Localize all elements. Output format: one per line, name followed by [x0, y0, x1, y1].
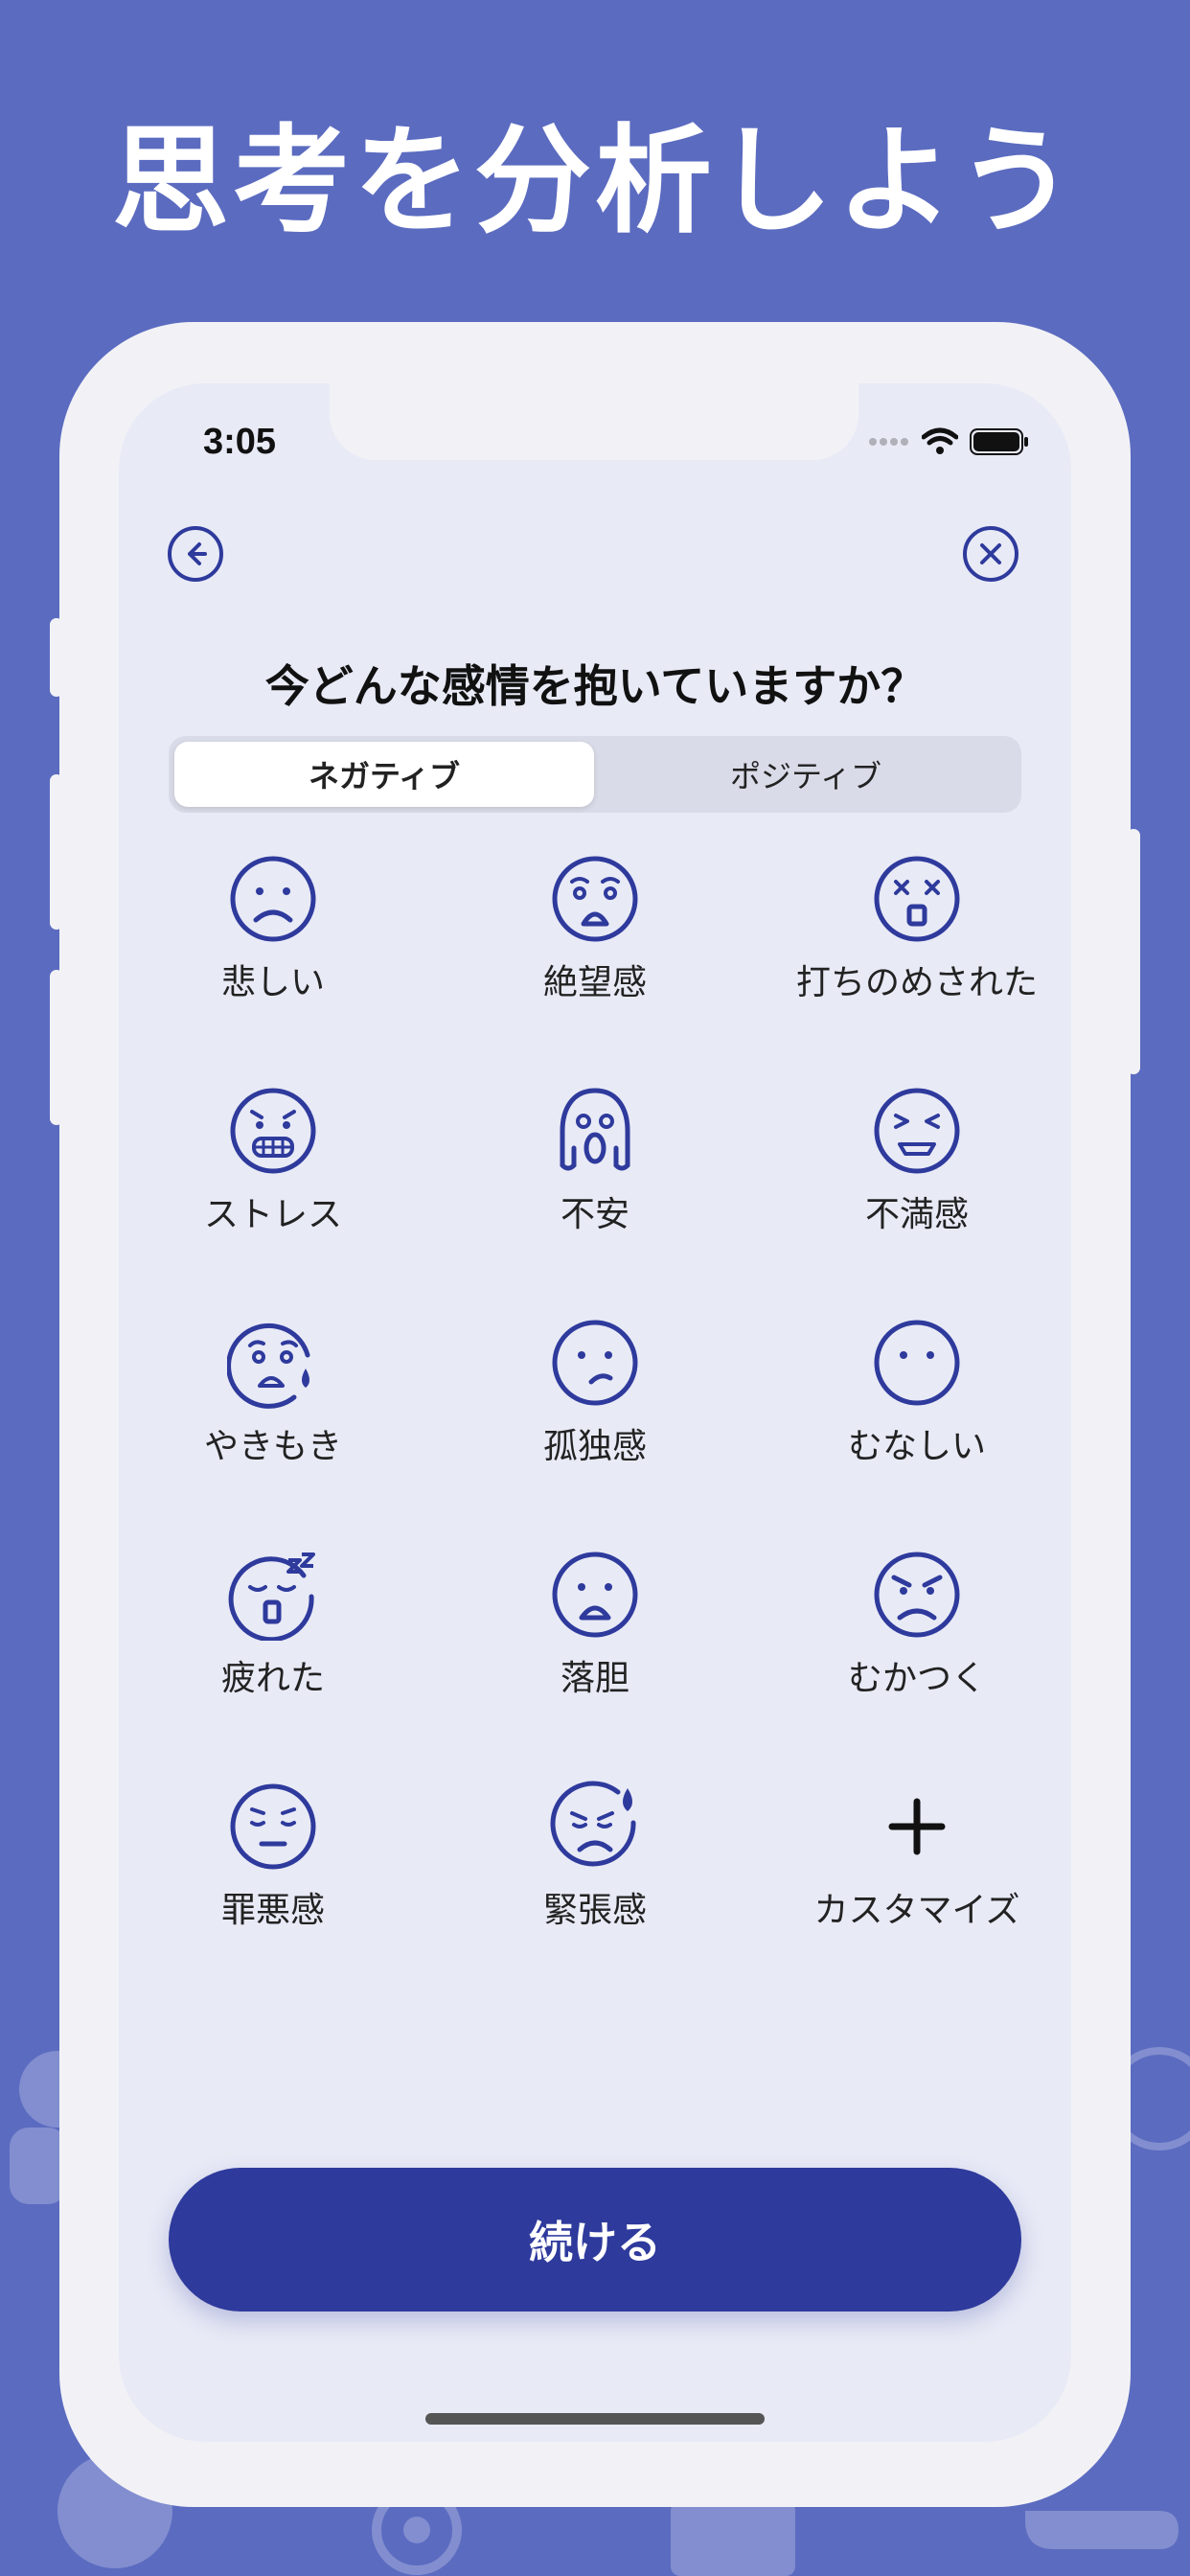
sleepy-face-icon [228, 1552, 315, 1641]
pensive-face-icon [230, 1783, 316, 1870]
nervous-sweat-face-icon [550, 1781, 636, 1867]
anguished-face-icon [552, 856, 638, 942]
status-icons [868, 427, 1029, 456]
emotion-item-tired[interactable]: 疲れた [120, 1549, 426, 1740]
phone-screen: 3:05 今どんな感情を抱いていますか？ ネガティブ ポジティブ 悲しい 絶望感… [119, 383, 1071, 2442]
emotion-label: 打ちのめされた [795, 963, 1038, 1002]
emotion-label: 疲れた [220, 1659, 325, 1698]
emotion-item-dissatisfied[interactable]: 不満感 [764, 1085, 1070, 1276]
emotion-label: 悲しい [220, 963, 325, 1002]
emotion-item-annoyed[interactable]: むかつく [764, 1549, 1070, 1740]
plus-icon [888, 1798, 946, 1855]
status-time: 3:05 [203, 422, 277, 462]
emotion-item-empty[interactable]: むなしい [764, 1317, 1070, 1508]
neutral-face-icon [874, 1320, 960, 1406]
emotion-label: むかつく [847, 1659, 986, 1698]
confused-face-icon [552, 1320, 638, 1406]
emotion-label: 罪悪感 [220, 1891, 325, 1930]
emotion-label: やきもき [203, 1427, 342, 1466]
emotion-item-lonely[interactable]: 孤独感 [442, 1317, 748, 1508]
back-button[interactable] [167, 525, 224, 583]
bg-decoration-right-icon [1121, 2047, 1190, 2150]
emotion-item-guilt[interactable]: 罪悪感 [120, 1781, 426, 1972]
emotion-item-sad[interactable]: 悲しい [120, 853, 426, 1045]
emotion-label: 不安 [560, 1195, 629, 1234]
emotion-item-fretful[interactable]: やきもき [120, 1317, 426, 1508]
close-button[interactable] [962, 525, 1019, 583]
tab-negative[interactable]: ネガティブ [174, 742, 594, 807]
battery-icon [970, 428, 1028, 455]
emotion-item-despair[interactable]: 絶望感 [442, 853, 748, 1045]
sad-face-icon [230, 856, 316, 942]
emotion-type-segmented-control: ネガティブ ポジティブ [169, 736, 1021, 813]
emotion-item-crushed[interactable]: 打ちのめされた [764, 853, 1070, 1045]
emotion-label: ストレス [203, 1195, 342, 1234]
emotion-label: 落胆 [560, 1659, 629, 1698]
signal-icon [869, 438, 908, 446]
emotion-item-nervous[interactable]: 緊張感 [442, 1781, 748, 1972]
continue-button[interactable]: 続ける [169, 2168, 1021, 2312]
tired-face-icon [874, 1088, 960, 1174]
emotion-label: 不満感 [864, 1195, 969, 1234]
grimacing-face-icon [230, 1088, 316, 1174]
question-title: 今どんな感情を抱いていますか？ [264, 660, 926, 712]
emotion-label: 緊張感 [542, 1891, 647, 1930]
emotion-label: 孤独感 [542, 1427, 647, 1466]
emotion-label: カスタマイズ [813, 1891, 1020, 1930]
emotion-item-stress[interactable]: ストレス [120, 1085, 426, 1276]
frowning-open-mouth-icon [552, 1552, 638, 1638]
anxious-sweat-face-icon [227, 1322, 310, 1409]
emotion-label: 絶望感 [542, 963, 647, 1002]
emotion-label: むなしい [847, 1427, 986, 1466]
tab-positive[interactable]: ポジティブ [596, 742, 1016, 807]
dizzy-face-icon [874, 856, 960, 942]
angry-face-icon [874, 1552, 960, 1638]
wifi-icon [922, 427, 958, 454]
emotion-item-anxiety[interactable]: 不安 [442, 1085, 748, 1276]
home-indicator [425, 2413, 765, 2425]
screaming-face-icon [560, 1088, 630, 1171]
emotion-item-customize[interactable]: カスタマイズ [764, 1781, 1070, 1972]
emotion-item-disappointed[interactable]: 落胆 [442, 1549, 748, 1740]
notch [330, 383, 858, 460]
headline: 思考を分析しよう [112, 113, 1078, 249]
